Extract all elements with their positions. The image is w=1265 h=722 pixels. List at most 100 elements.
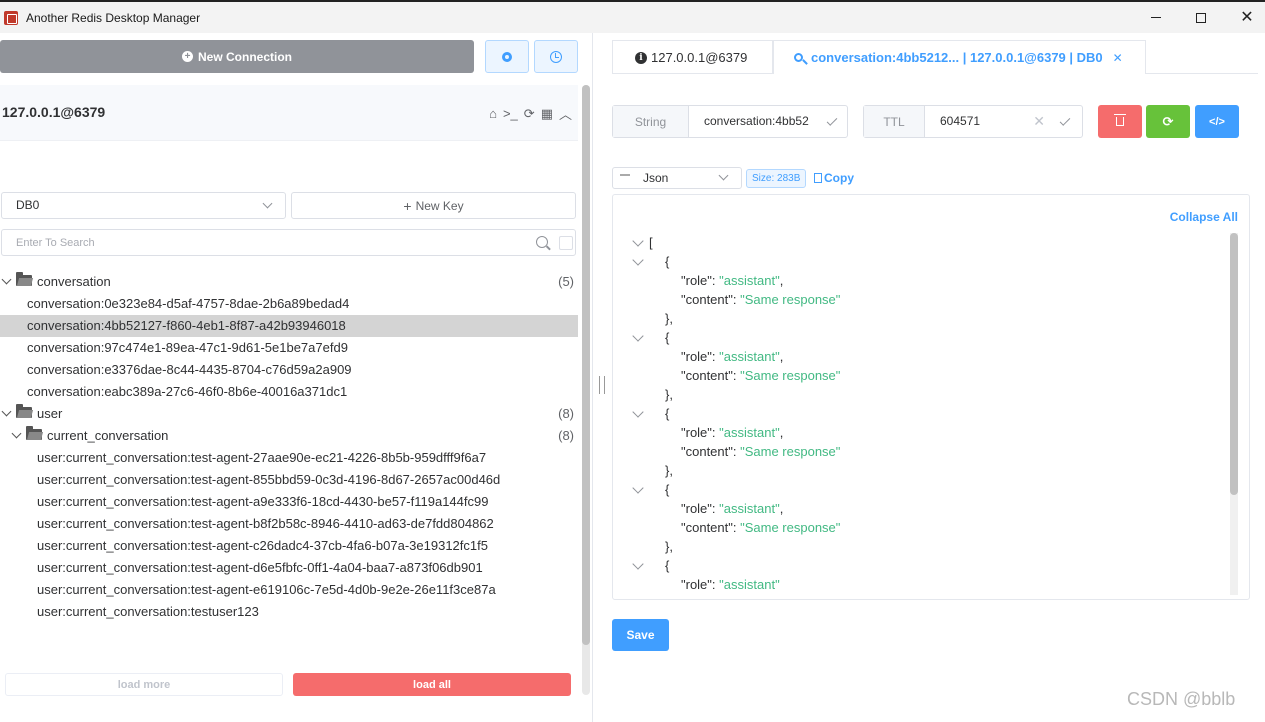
command-log-button[interactable] <box>534 40 578 73</box>
terminal-icon[interactable]: >_ <box>503 106 518 121</box>
tree-key-item[interactable]: user:current_conversation:test-agent-d6e… <box>0 557 578 579</box>
clear-icon[interactable]: ✕ <box>1033 106 1045 137</box>
load-all-button[interactable]: load all <box>293 673 571 696</box>
tree-key-item[interactable]: user:current_conversation:test-agent-27a… <box>0 447 578 469</box>
refresh-key-button[interactable]: ⟳ <box>1146 105 1190 138</box>
key-type-label: String <box>613 106 689 137</box>
tree-key-label: user:current_conversation:test-agent-b8f… <box>37 516 494 531</box>
tree-key-item[interactable]: conversation:4bb52127-f860-4eb1-8f87-a42… <box>0 315 578 337</box>
dump-command-button[interactable]: </> <box>1195 105 1239 138</box>
tree-key-item[interactable]: user:current_conversation:test-agent-c26… <box>0 535 578 557</box>
key-name-group: String conversation:4bb52 <box>612 105 848 138</box>
tree-key-item[interactable]: user:current_conversation:test-agent-e61… <box>0 579 578 601</box>
format-select[interactable]: Json <box>612 167 742 189</box>
json-key: "role" <box>681 425 712 440</box>
maximize-icon <box>1196 12 1206 23</box>
json-line: "content": "Same response" <box>613 442 1233 461</box>
new-key-button[interactable]: + New Key <box>291 192 576 219</box>
exact-search-checkbox[interactable] <box>559 236 573 250</box>
sidebar-scrollbar[interactable] <box>582 85 590 695</box>
key-icon <box>794 53 803 62</box>
tree-folder[interactable]: user (8) <box>0 403 578 425</box>
json-scrollbar-thumb[interactable] <box>1230 233 1238 495</box>
fold-toggle-icon[interactable] <box>632 330 644 342</box>
chevron-down-icon[interactable] <box>1 274 12 285</box>
json-token: , <box>779 273 784 288</box>
connection-name: 127.0.0.1@6379 <box>2 104 106 120</box>
tree-key-item[interactable]: conversation:0e323e84-d5af-4757-8dae-2b6… <box>0 293 578 315</box>
watermark: CSDN @bblb <box>1127 689 1236 709</box>
chevron-down-icon[interactable] <box>11 428 22 439</box>
tree-key-item[interactable]: user:current_conversation:test-agent-a9e… <box>0 491 578 513</box>
resize-handle[interactable] <box>599 376 605 394</box>
connection-header[interactable]: 127.0.0.1@6379 ⌂ >_ ⟳ ▦ ︿ <box>0 85 578 141</box>
json-line: "role": "assistant", <box>613 347 1233 366</box>
code-icon: </> <box>1209 115 1225 128</box>
key-name-input[interactable]: conversation:4bb52 <box>689 106 847 137</box>
fold-toggle-icon[interactable] <box>632 558 644 570</box>
chevron-up-icon[interactable]: ︿ <box>559 104 572 123</box>
load-more-button[interactable]: load more <box>5 673 283 696</box>
json-line: "content": "Same response" <box>613 366 1233 385</box>
tree-key-item[interactable]: conversation:eabc389a-27c6-46f0-8b6e-400… <box>0 381 578 403</box>
fold-toggle-icon[interactable] <box>632 406 644 418</box>
json-viewer: Collapse All [{"role": "assistant", "cont… <box>612 194 1250 600</box>
tree-key-label: user:current_conversation:testuser123 <box>37 604 259 619</box>
tab-close-icon[interactable]: ✕ <box>1113 51 1123 65</box>
settings-button[interactable] <box>485 40 529 73</box>
json-token: }, <box>665 463 673 478</box>
json-token: { <box>665 254 670 269</box>
db-select[interactable]: DB0 <box>1 192 286 219</box>
tab-key[interactable]: conversation:4bb5212... | 127.0.0.1@6379… <box>773 40 1146 74</box>
tree-folder[interactable]: current_conversation (8) <box>0 425 578 447</box>
tree-key-item[interactable]: user:current_conversation:testuser123 <box>0 601 578 623</box>
home-icon[interactable]: ⌂ <box>489 106 497 121</box>
json-line: { <box>613 480 1233 499</box>
tree-folder-label: user <box>37 406 63 421</box>
json-value: Same response <box>744 368 836 383</box>
tree-key-item[interactable]: user:current_conversation:test-agent-855… <box>0 469 578 491</box>
json-scrollbar[interactable] <box>1230 233 1238 595</box>
grid-icon[interactable]: ▦ <box>541 106 553 122</box>
collapse-all-button[interactable]: Collapse All <box>1170 210 1238 224</box>
json-value: Same response <box>744 520 836 535</box>
sidebar-scrollbar-thumb[interactable] <box>582 85 590 645</box>
tab-connection[interactable]: i 127.0.0.1@6379 <box>612 40 773 74</box>
fold-toggle-icon[interactable] <box>632 235 644 247</box>
save-button[interactable]: Save <box>612 619 669 651</box>
new-connection-button[interactable]: + New Connection <box>0 40 474 73</box>
search-input[interactable] <box>2 230 522 255</box>
chevron-down-icon[interactable] <box>1 406 12 417</box>
ttl-input[interactable]: 604571 ✕ <box>925 106 1082 137</box>
tree-key-item[interactable]: user:current_conversation:test-agent-b8f… <box>0 513 578 535</box>
copy-button[interactable]: Copy <box>814 171 854 185</box>
fold-toggle-icon[interactable] <box>632 482 644 494</box>
ttl-value: 604571 <box>940 114 981 128</box>
tab-label: conversation:4bb5212... | 127.0.0.1@6379… <box>811 50 1103 65</box>
ttl-label: TTL <box>864 106 925 137</box>
json-lines: [{"role": "assistant", "content": "Same r… <box>613 233 1233 594</box>
minimize-button[interactable] <box>1133 2 1179 33</box>
plus-icon: + <box>403 197 412 214</box>
fold-toggle-icon[interactable] <box>632 254 644 266</box>
tree-key-item[interactable]: conversation:97c474e1-89ea-47c1-9d61-5e1… <box>0 337 578 359</box>
refresh-icon: ⟳ <box>1162 113 1174 129</box>
json-key: "content" <box>681 292 733 307</box>
panel-divider <box>592 33 593 722</box>
json-value: assistant <box>723 425 776 440</box>
delete-key-button[interactable] <box>1098 105 1142 138</box>
refresh-icon[interactable]: ⟳ <box>524 106 535 122</box>
maximize-button[interactable] <box>1178 2 1224 33</box>
search-icon[interactable] <box>536 236 548 248</box>
ttl-confirm-icon[interactable] <box>1059 115 1071 126</box>
tree-folder[interactable]: conversation (5) <box>0 271 578 293</box>
json-value: assistant <box>723 273 776 288</box>
db-select-value: DB0 <box>16 198 40 212</box>
json-line: }, <box>613 461 1233 480</box>
json-line: "content": "Same response" <box>613 518 1233 537</box>
rename-confirm-icon[interactable] <box>826 115 838 126</box>
close-window-button[interactable]: ✕ <box>1224 2 1265 33</box>
tree-key-item[interactable]: conversation:e3376dae-8c44-4435-8704-c76… <box>0 359 578 381</box>
tree-folder-count: (5) <box>558 274 574 289</box>
gear-icon <box>502 51 512 62</box>
